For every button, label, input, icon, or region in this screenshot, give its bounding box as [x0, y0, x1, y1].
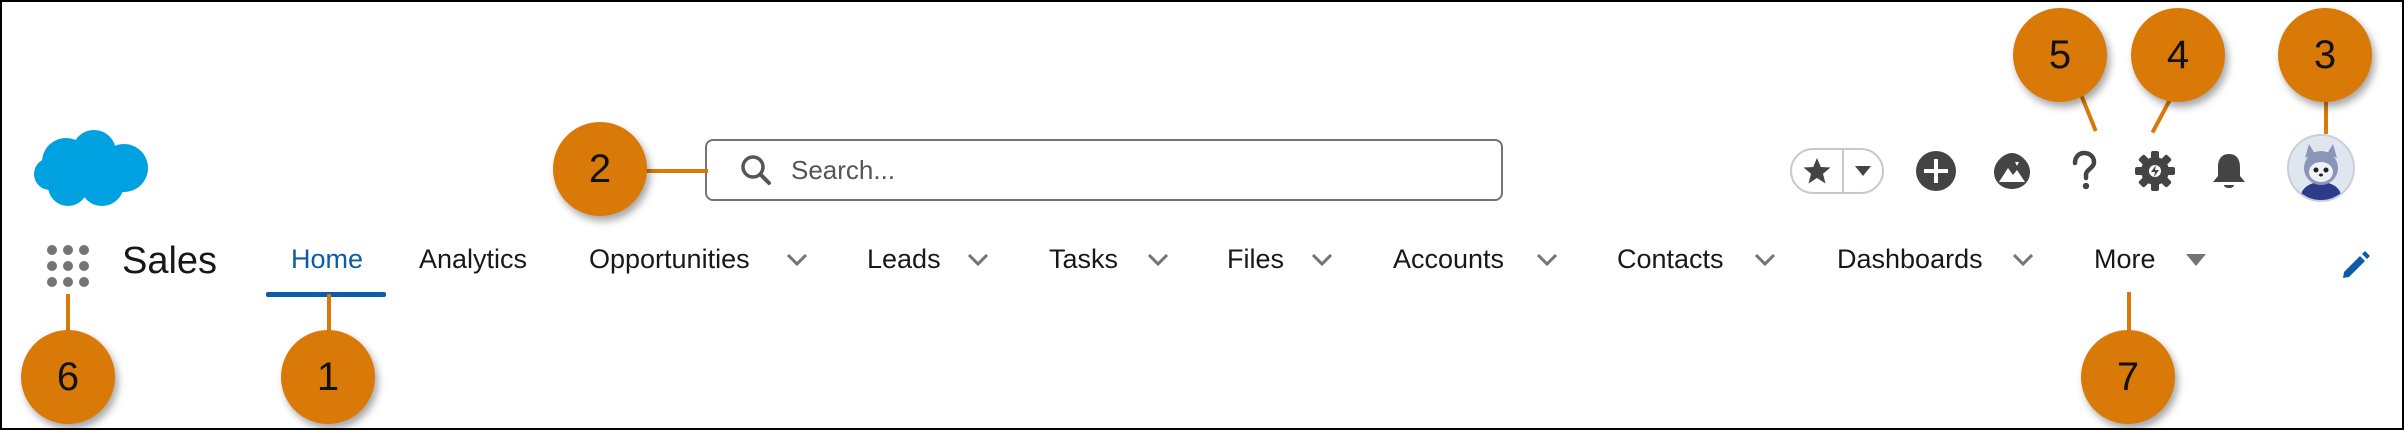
astro-avatar-icon: [2289, 136, 2353, 200]
tab-opportunities[interactable]: Opportunities: [589, 244, 750, 275]
callout-6: 6: [21, 330, 115, 424]
plus-icon: [1916, 151, 1956, 191]
app-name: Sales: [122, 240, 218, 282]
trailhead-icon: [1994, 153, 2030, 189]
chevron-down-icon[interactable]: [1146, 252, 1170, 268]
tab-tasks[interactable]: Tasks: [1049, 244, 1118, 275]
tab-contacts[interactable]: Contacts: [1617, 244, 1724, 275]
callout-3-leader: [2324, 98, 2328, 134]
callout-1-leader: [327, 294, 331, 334]
chevron-down-icon[interactable]: [785, 252, 809, 268]
tab-home[interactable]: Home: [291, 244, 363, 275]
callout-2: 2: [553, 122, 647, 216]
callout-5: 5: [2013, 8, 2107, 102]
search-icon: [741, 155, 771, 185]
star-icon: [1803, 158, 1831, 184]
callout-1: 1: [281, 330, 375, 424]
favorites-star-button[interactable]: [1792, 150, 1842, 192]
active-tab-indicator: [266, 292, 386, 297]
search-input[interactable]: [789, 153, 1501, 187]
tab-dashboards[interactable]: Dashboards: [1837, 244, 1983, 275]
tab-files[interactable]: Files: [1227, 244, 1284, 275]
tab-more[interactable]: More: [2094, 244, 2156, 275]
tab-accounts[interactable]: Accounts: [1393, 244, 1504, 275]
callout-6-leader: [66, 294, 70, 334]
chevron-down-icon[interactable]: [966, 252, 990, 268]
chevron-down-icon[interactable]: [1535, 252, 1559, 268]
chevron-down-icon[interactable]: [1310, 252, 1334, 268]
favorites-list-button[interactable]: [1844, 165, 1882, 177]
guidance-center-button[interactable]: [1989, 148, 2035, 194]
help-icon: [2072, 150, 2097, 190]
callout-2-leader: [640, 169, 708, 173]
chevron-down-icon[interactable]: [1753, 252, 1777, 268]
caret-down-icon[interactable]: [2184, 252, 2208, 268]
global-search-bar[interactable]: [705, 139, 1503, 201]
help-button[interactable]: [2061, 148, 2107, 194]
tab-leads[interactable]: Leads: [867, 244, 941, 275]
edit-nav-button[interactable]: [2340, 250, 2370, 280]
avatar[interactable]: [2287, 134, 2355, 202]
bell-icon: [2213, 154, 2245, 188]
callout-7: 7: [2081, 330, 2175, 424]
callout-7-leader: [2127, 292, 2131, 334]
notifications-button[interactable]: [2206, 148, 2252, 194]
global-actions-button[interactable]: [1913, 148, 1959, 194]
pencil-icon: [2343, 251, 2370, 278]
favorites-control[interactable]: [1790, 148, 1884, 194]
chevron-down-icon: [1855, 166, 1871, 176]
tab-analytics[interactable]: Analytics: [419, 244, 527, 275]
callout-3: 3: [2278, 8, 2372, 102]
app-launcher-button[interactable]: [44, 242, 92, 290]
callout-4: 4: [2131, 8, 2225, 102]
gear-icon: [2135, 151, 2175, 191]
app-launcher-icon: [47, 245, 89, 287]
salesforce-cloud-logo[interactable]: [32, 128, 152, 212]
chevron-down-icon[interactable]: [2011, 252, 2035, 268]
setup-button[interactable]: [2132, 148, 2178, 194]
